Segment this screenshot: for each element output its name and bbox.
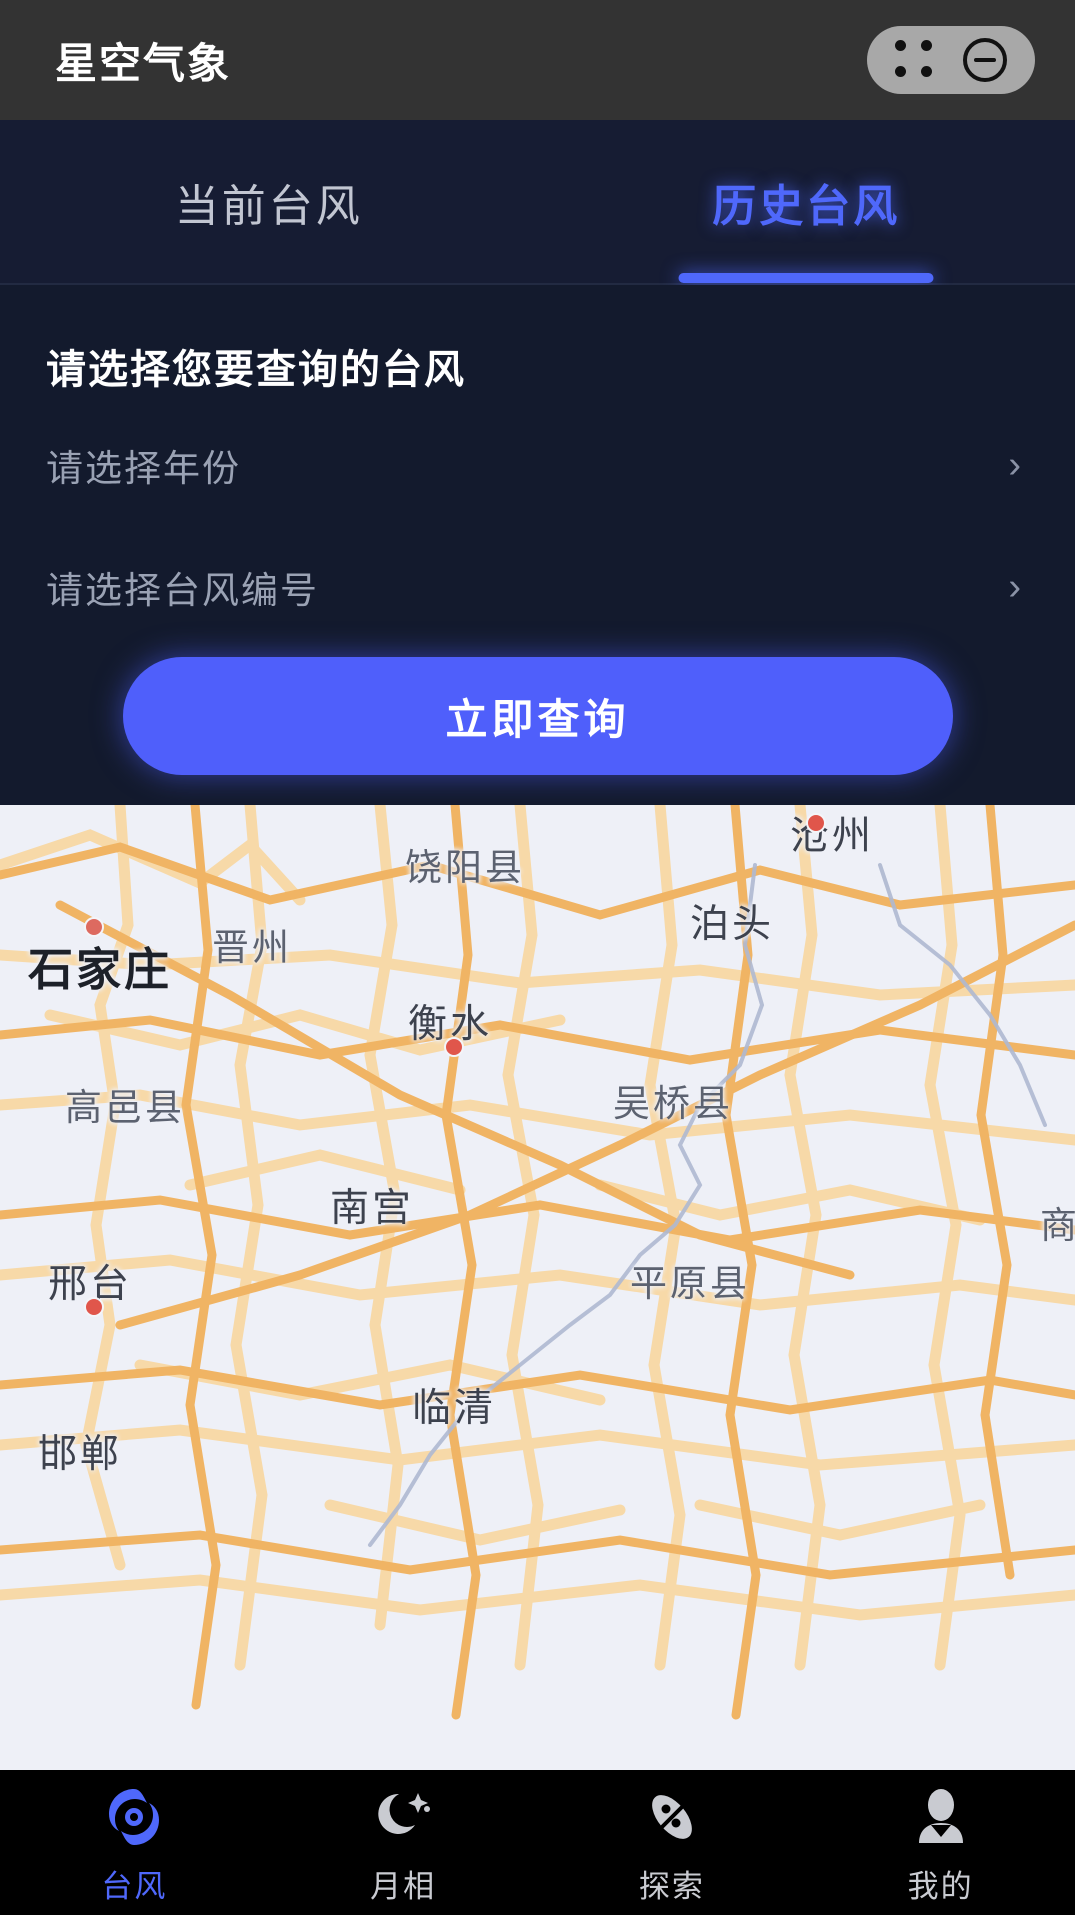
map-place-label: 南宫	[330, 1177, 414, 1233]
crescent-moon-icon	[371, 1785, 435, 1849]
tab-label: 历史台风	[712, 170, 900, 234]
typhoon-number-picker-label: 请选择台风编号	[46, 560, 319, 614]
chevron-right-icon: ›	[1008, 446, 1029, 484]
map-place-label: 高邑县	[65, 1077, 185, 1131]
map-place-label: 晋州	[212, 917, 292, 971]
bottom-tabbar: 台风 月相	[0, 1770, 1075, 1915]
map-city-marker[interactable]	[84, 917, 104, 937]
map-view[interactable]: 沧州饶阳县泊头石家庄晋州衡水吴桥县高邑县南宫平原县商邢台临清邯郸	[0, 805, 1075, 1770]
map-place-label: 商	[1040, 1195, 1075, 1249]
map-city-marker[interactable]	[444, 1037, 464, 1057]
map-place-label: 泊头	[690, 893, 774, 949]
nav-label: 台风	[101, 1861, 167, 1906]
typhoon-tabbar: 当前台风 历史台风	[0, 120, 1075, 285]
map-city-marker[interactable]	[806, 813, 826, 833]
map-place-label: 邯郸	[38, 1423, 122, 1479]
circled-minus-close-icon[interactable]	[963, 38, 1007, 82]
tab-current-typhoon[interactable]: 当前台风	[0, 120, 538, 283]
nav-item-profile[interactable]: 我的	[806, 1770, 1075, 1915]
four-dots-menu-icon[interactable]	[895, 40, 935, 80]
map-place-label: 平原县	[630, 1253, 750, 1307]
typhoon-number-picker-row[interactable]: 请选择台风编号 ›	[46, 535, 1029, 639]
map-place-label: 石家庄	[28, 933, 172, 998]
tab-history-typhoon[interactable]: 历史台风	[538, 120, 1075, 283]
tab-label: 当前台风	[175, 170, 363, 234]
planet-icon	[640, 1785, 704, 1849]
nav-item-explore[interactable]: 探索	[538, 1770, 807, 1915]
map-place-label: 临清	[412, 1377, 496, 1433]
page-title: 星空气象	[55, 30, 231, 91]
map-place-label: 饶阳县	[405, 837, 525, 891]
panel-heading: 请选择您要查询的台风	[46, 285, 1029, 395]
map-place-label: 吴桥县	[613, 1073, 733, 1127]
query-now-button[interactable]: 立即查询	[123, 657, 953, 775]
chevron-right-icon: ›	[1008, 568, 1029, 606]
app-header: 星空气象	[0, 0, 1075, 120]
person-icon	[909, 1785, 973, 1849]
history-query-panel: 请选择您要查询的台风 请选择年份 › 请选择台风编号 › 立即查询 收起 ︿	[0, 285, 1075, 805]
map-place-label: 沧州	[790, 805, 874, 861]
nav-item-moon-phase[interactable]: 月相	[269, 1770, 538, 1915]
app-screen: 星空气象 当前台风 历史台风 请选择您要查询的台风 请选择年份 › 请选择台	[0, 0, 1075, 1915]
year-picker-row[interactable]: 请选择年份 ›	[46, 413, 1029, 517]
map-city-marker[interactable]	[84, 1297, 104, 1317]
query-now-label: 立即查询	[445, 686, 629, 747]
cyclone-icon	[102, 1785, 166, 1849]
nav-label: 探索	[639, 1861, 705, 1906]
miniprogram-capsule[interactable]	[867, 26, 1035, 94]
nav-label: 我的	[908, 1861, 974, 1906]
year-picker-label: 请选择年份	[46, 438, 241, 492]
nav-item-typhoon[interactable]: 台风	[0, 1770, 269, 1915]
nav-label: 月相	[370, 1861, 436, 1906]
active-tab-indicator	[679, 273, 934, 283]
